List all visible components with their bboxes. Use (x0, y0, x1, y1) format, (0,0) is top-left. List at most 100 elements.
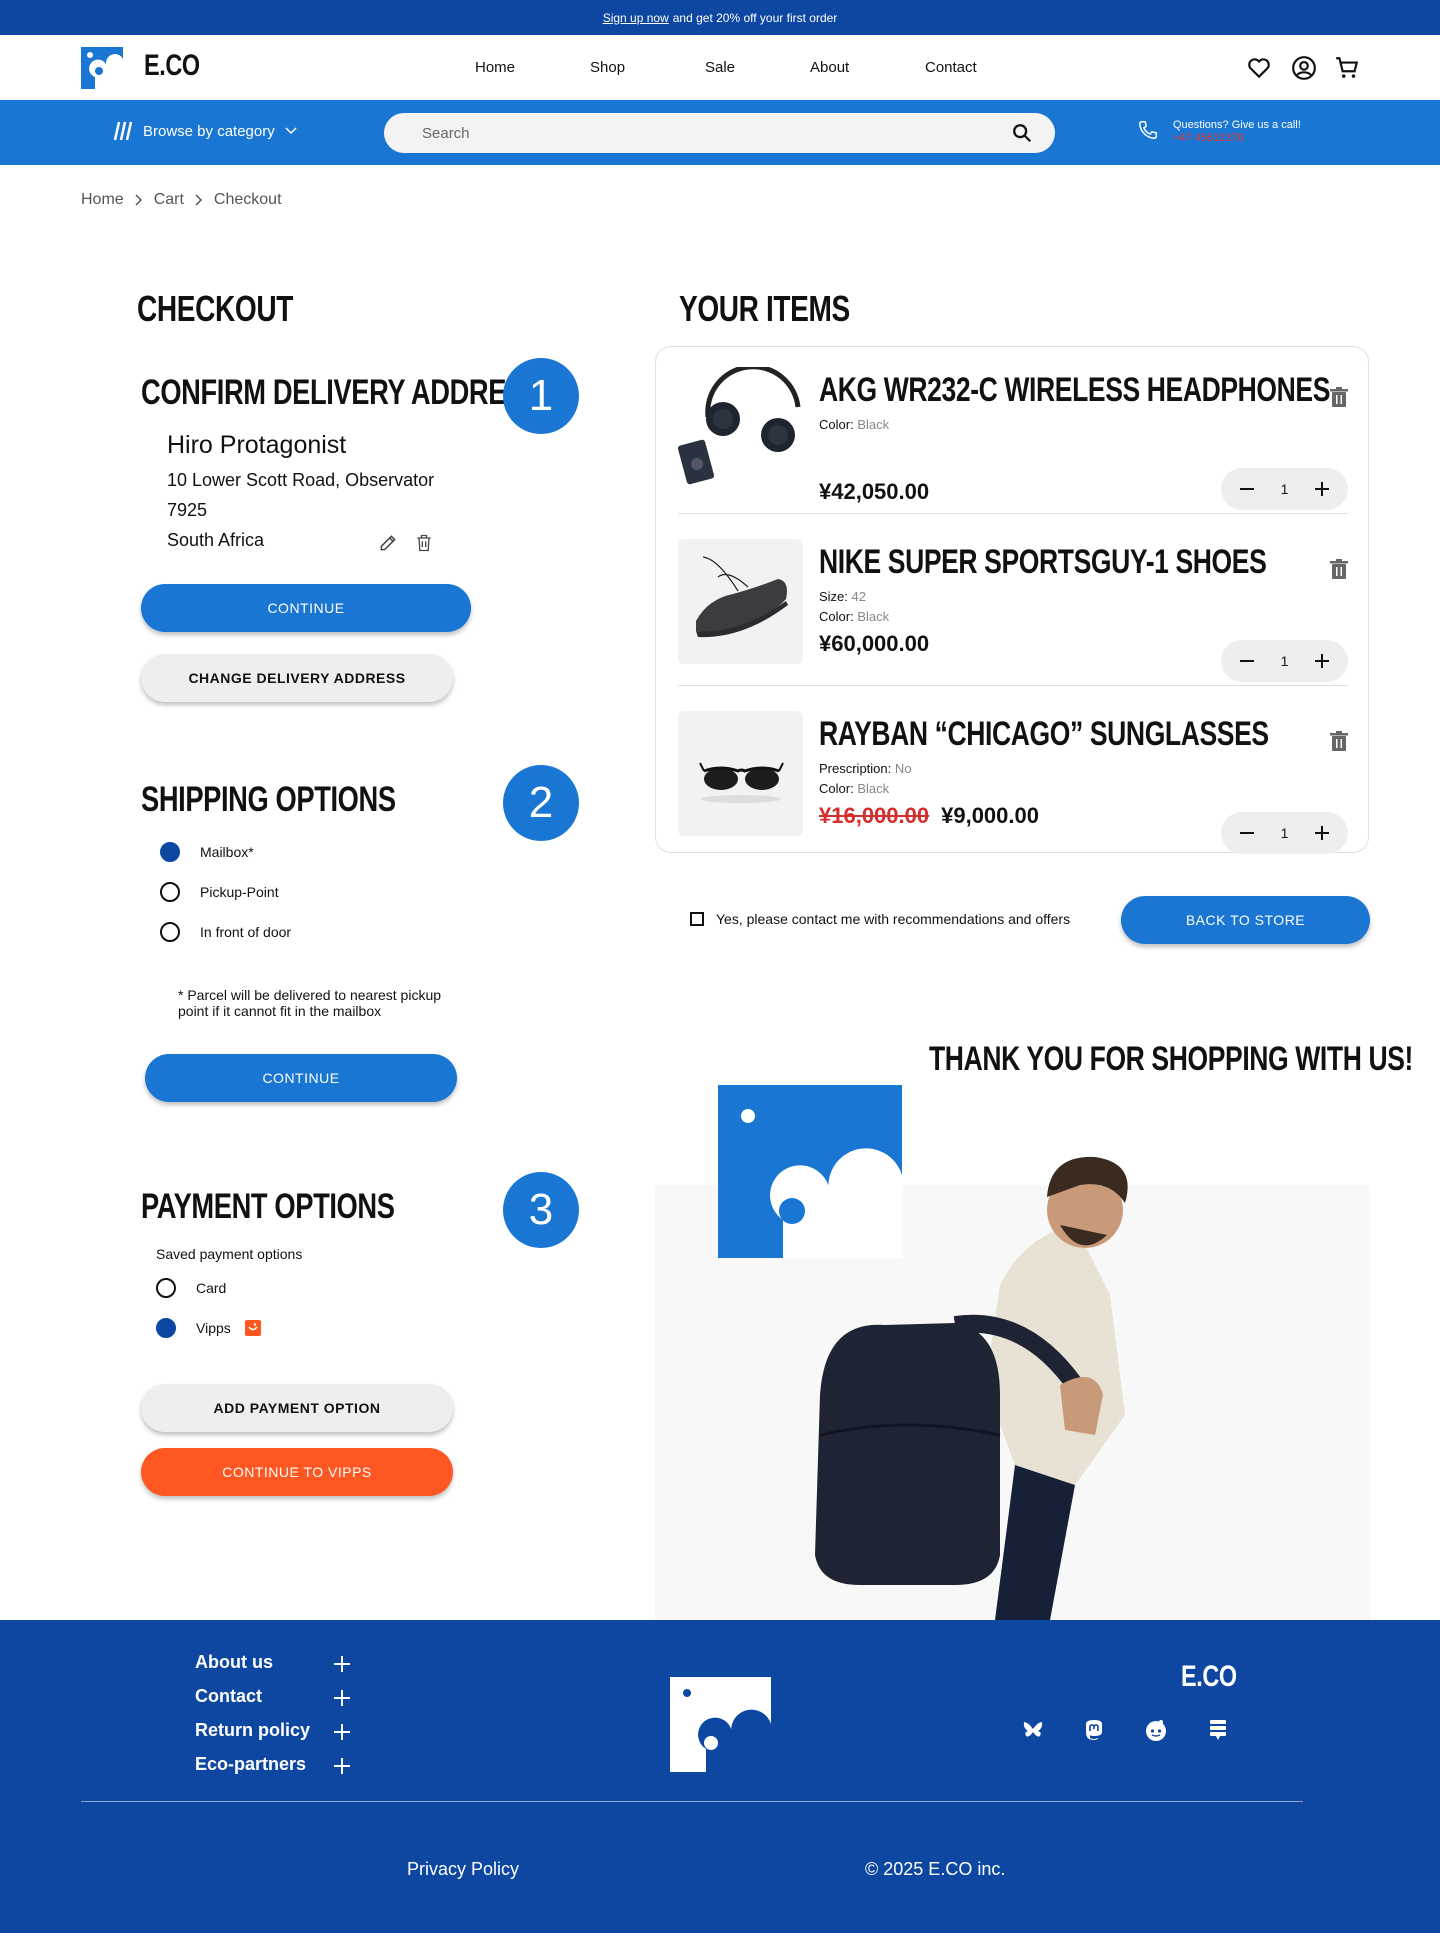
attr-label: Color: (819, 609, 854, 624)
step2-number: 2 (503, 765, 579, 841)
attr-label: Size: (819, 589, 848, 604)
payment-option-vipps[interactable]: Vipps (156, 1318, 261, 1338)
trash-icon[interactable] (1330, 387, 1348, 407)
payment-option-card[interactable]: Card (156, 1278, 226, 1298)
plus-icon[interactable] (1314, 481, 1330, 497)
logo-icon[interactable] (81, 47, 123, 89)
attr-value: Black (857, 781, 890, 796)
shipping-option-pickup[interactable]: Pickup-Point (160, 882, 279, 902)
consent-label: Yes, please contact me with recommendati… (716, 911, 1071, 927)
account-icon[interactable] (1291, 55, 1317, 81)
shipping-option-door[interactable]: In front of door (160, 922, 291, 942)
plus-icon[interactable] (333, 1723, 351, 1741)
radio-unselected[interactable] (160, 922, 180, 942)
signup-link[interactable]: Sign up now (603, 11, 669, 25)
help-title: Questions? Give us a call! (1173, 119, 1301, 131)
radio-selected[interactable] (156, 1318, 176, 1338)
footer-brand: E.CO (1181, 1660, 1237, 1693)
address-name: Hiro Protagonist (167, 431, 347, 459)
shipping-option-label: In front of door (200, 924, 292, 940)
footer-return-link[interactable]: Return policy (195, 1720, 310, 1741)
payment-option-label: Vipps (196, 1320, 231, 1336)
delete-icon[interactable] (414, 533, 434, 553)
minus-icon[interactable] (1239, 825, 1255, 841)
stack-icon[interactable] (1206, 1718, 1230, 1742)
nav-contact[interactable]: Contact (925, 59, 977, 76)
item-divider (678, 513, 1348, 514)
add-payment-button[interactable]: ADD PAYMENT OPTION (141, 1384, 453, 1432)
change-address-button[interactable]: CHANGE DELIVERY ADDRESS (141, 654, 453, 702)
consent-checkbox[interactable] (690, 912, 704, 926)
attr-label: Color: (819, 417, 854, 432)
cart-item: NIKE SUPER SPORTSGUY-1 SHOES Size: 42 Co… (678, 539, 1348, 689)
browse-category-button[interactable]: Browse by category (113, 120, 297, 142)
continue-vipps-button[interactable]: CONTINUE TO VIPPS (141, 1448, 453, 1496)
bluesky-icon[interactable] (1021, 1718, 1045, 1742)
address-line1: 10 Lower Scott Road, Observator (167, 470, 435, 490)
step1-title: CONFIRM DELIVERY ADDRESS (141, 373, 542, 412)
item-price: ¥42,050.00 (819, 479, 930, 504)
chevron-down-icon (285, 127, 297, 135)
brand-name[interactable]: E.CO (144, 49, 200, 83)
minus-icon[interactable] (1239, 653, 1255, 669)
nav-about[interactable]: About (810, 59, 849, 76)
help-phone[interactable]: +47 45612378 (1173, 132, 1301, 145)
thank-you-message: THANK YOU FOR SHOPPING WITH US! (929, 1040, 1413, 1078)
item-attribute: Prescription: No (819, 761, 912, 776)
trash-icon[interactable] (1330, 731, 1348, 751)
item-price: ¥60,000.00 (819, 631, 930, 656)
radio-selected[interactable] (160, 842, 180, 862)
category-icon (113, 121, 133, 141)
quantity-value: 1 (1280, 825, 1289, 841)
nav-shop[interactable]: Shop (590, 59, 625, 76)
item-name[interactable]: AKG WR232-C WIRELESS HEADPHONES (819, 371, 1330, 410)
privacy-policy-link[interactable]: Privacy Policy (407, 1859, 519, 1880)
breadcrumb-cart[interactable]: Cart (154, 191, 184, 209)
cart-icon[interactable] (1334, 55, 1360, 81)
heart-icon[interactable] (1246, 55, 1272, 81)
step1-continue-button[interactable]: CONTINUE (141, 584, 471, 632)
footer-logo-icon[interactable] (670, 1677, 771, 1772)
minus-icon[interactable] (1239, 481, 1255, 497)
quantity-value: 1 (1280, 481, 1289, 497)
search-input[interactable] (422, 124, 982, 142)
radio-unselected[interactable] (156, 1278, 176, 1298)
cart-item: RAYBAN “CHICAGO” SUNGLASSES Prescription… (678, 711, 1348, 861)
plus-icon[interactable] (1314, 653, 1330, 669)
edit-icon[interactable] (378, 533, 398, 553)
search-icon[interactable] (1011, 122, 1033, 144)
footer-partners-link[interactable]: Eco-partners (195, 1754, 306, 1775)
item-sale-price: ¥9,000.00 (941, 803, 1039, 828)
promo-bar: Sign up now and get 20% off your first o… (0, 0, 1440, 35)
quantity-stepper: 1 (1221, 812, 1348, 854)
footer-about-link[interactable]: About us (195, 1652, 273, 1673)
contact-consent[interactable]: Yes, please contact me with recommendati… (690, 911, 1070, 927)
shipping-option-mailbox[interactable]: Mailbox* (160, 842, 254, 862)
item-name[interactable]: RAYBAN “CHICAGO” SUNGLASSES (819, 715, 1269, 754)
plus-icon[interactable] (333, 1689, 351, 1707)
nav-home[interactable]: Home (475, 59, 515, 76)
attr-value: Black (857, 609, 890, 624)
headphones-image[interactable] (678, 367, 803, 492)
footer-contact-link[interactable]: Contact (195, 1686, 262, 1707)
attr-label: Prescription: (819, 761, 892, 776)
address-country: South Africa (167, 530, 265, 550)
attr-value: 42 (851, 589, 866, 604)
trash-icon[interactable] (1330, 559, 1348, 579)
site-header: E.CO Home Shop Sale About Contact (0, 35, 1440, 100)
attr-value: No (894, 761, 912, 776)
chevron-right-icon (135, 194, 142, 206)
nav-sale[interactable]: Sale (705, 59, 735, 76)
step2-continue-button[interactable]: CONTINUE (145, 1054, 457, 1102)
plus-icon[interactable] (333, 1655, 351, 1673)
reddit-icon[interactable] (1144, 1718, 1168, 1742)
shoes-image[interactable] (678, 539, 803, 664)
mastodon-icon[interactable] (1082, 1718, 1106, 1742)
plus-icon[interactable] (1314, 825, 1330, 841)
sunglasses-image[interactable] (678, 711, 803, 836)
breadcrumb-home[interactable]: Home (81, 191, 124, 209)
item-name[interactable]: NIKE SUPER SPORTSGUY-1 SHOES (819, 543, 1267, 582)
plus-icon[interactable] (333, 1757, 351, 1775)
radio-unselected[interactable] (160, 882, 180, 902)
back-to-store-button[interactable]: BACK TO STORE (1121, 896, 1370, 944)
